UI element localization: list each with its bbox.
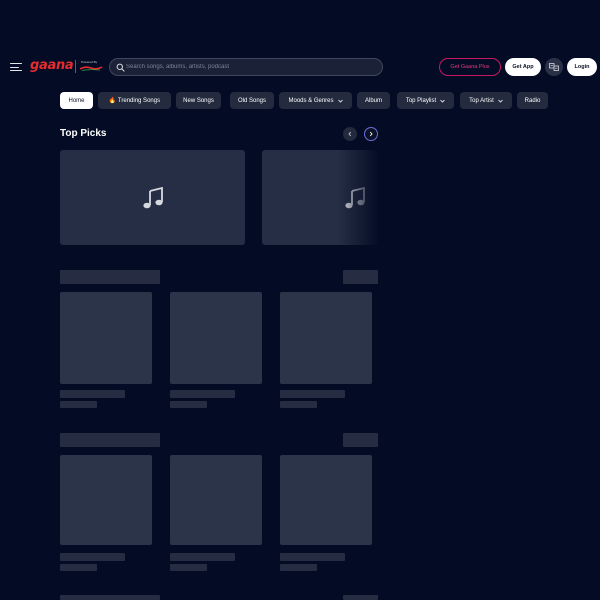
logo-divider — [75, 60, 76, 73]
skeleton-text-line — [280, 564, 317, 571]
skeleton-text-line — [170, 401, 207, 408]
top-header: gaana Powered By Get Gaana Plus Get App … — [0, 56, 600, 78]
skeleton-text-line — [170, 553, 235, 561]
language-icon — [549, 63, 559, 71]
skeleton-text-line — [60, 390, 125, 398]
skeleton-tile — [170, 455, 262, 545]
nav-item-album[interactable]: Album — [357, 92, 390, 109]
nav-item-label: Home — [68, 97, 85, 104]
nav-item-radio[interactable]: Radio — [517, 92, 548, 109]
carousel-fade-overlay — [338, 150, 378, 245]
nav-item-moods-genres[interactable]: Moods & Genres — [279, 92, 352, 109]
nav-item-label: Radio — [524, 97, 541, 104]
get-app-button[interactable]: Get App — [505, 58, 541, 76]
powered-by-badge: Powered By — [79, 60, 103, 74]
skeleton-text-line — [280, 401, 317, 408]
powered-by-text: Powered By — [81, 60, 98, 64]
search-icon — [116, 63, 125, 72]
skeleton-section-title — [60, 433, 160, 447]
carousel-next-button[interactable] — [364, 127, 378, 141]
get-gaana-plus-button[interactable]: Get Gaana Plus — [439, 58, 501, 76]
skeleton-tile — [60, 292, 152, 384]
carousel-prev-button[interactable] — [343, 127, 357, 141]
skeleton-section-link — [343, 433, 378, 447]
skeleton-tile — [170, 292, 262, 384]
chevron-right-icon — [369, 131, 373, 137]
chevron-down-icon — [337, 99, 343, 103]
nav-item-label: New Songs — [183, 97, 214, 104]
chevron-down-icon — [498, 99, 503, 103]
nav-item-label: 🔥 Trending Songs — [108, 98, 161, 104]
skeleton-section-title — [60, 595, 160, 600]
skeleton-text-line — [60, 553, 125, 561]
skeleton-text-line — [60, 564, 97, 571]
skeleton-text-line — [60, 401, 97, 408]
skeleton-tile — [280, 455, 372, 545]
search-bar[interactable] — [109, 58, 383, 76]
skeleton-text-line — [280, 553, 345, 561]
nav-item-trending-songs[interactable]: 🔥 Trending Songs — [98, 92, 171, 109]
nav-item-label: Top Playlist — [405, 97, 437, 104]
hamburger-menu-icon[interactable] — [10, 62, 22, 72]
search-input[interactable] — [126, 60, 376, 74]
top-picks-carousel — [60, 150, 378, 245]
top-picks-title: Top Picks — [60, 128, 107, 139]
skeleton-text-line — [280, 390, 345, 398]
music-note-icon — [142, 186, 163, 208]
sponsor-logo-icon — [79, 66, 103, 71]
language-button[interactable] — [545, 58, 563, 76]
nav-item-label: Old Songs — [237, 97, 267, 104]
skeleton-section-link — [343, 270, 378, 284]
gaana-logo[interactable]: gaana — [30, 58, 74, 73]
nav-item-top-playlist[interactable]: Top Playlist — [397, 92, 454, 109]
skeleton-tile — [280, 292, 372, 384]
nav-item-new-songs[interactable]: New Songs — [176, 92, 221, 109]
nav-item-top-artist[interactable]: Top Artist — [460, 92, 512, 109]
skeleton-text-line — [170, 390, 235, 398]
nav-item-label: Album — [364, 97, 382, 104]
category-nav: Home 🔥 Trending Songs New Songs Old Song… — [60, 92, 548, 109]
nav-item-label: Moods & Genres — [288, 97, 334, 104]
nav-item-old-songs[interactable]: Old Songs — [230, 92, 274, 109]
login-button[interactable]: Login — [567, 58, 597, 76]
skeleton-tile — [60, 455, 152, 545]
chevron-down-icon — [440, 99, 445, 103]
top-pick-card[interactable] — [60, 150, 245, 245]
nav-item-home[interactable]: Home — [60, 92, 93, 109]
skeleton-text-line — [170, 564, 207, 571]
skeleton-section-link — [343, 595, 378, 600]
nav-item-label: Top Artist — [469, 97, 494, 104]
skeleton-section-title — [60, 270, 160, 284]
chevron-left-icon — [348, 131, 352, 137]
